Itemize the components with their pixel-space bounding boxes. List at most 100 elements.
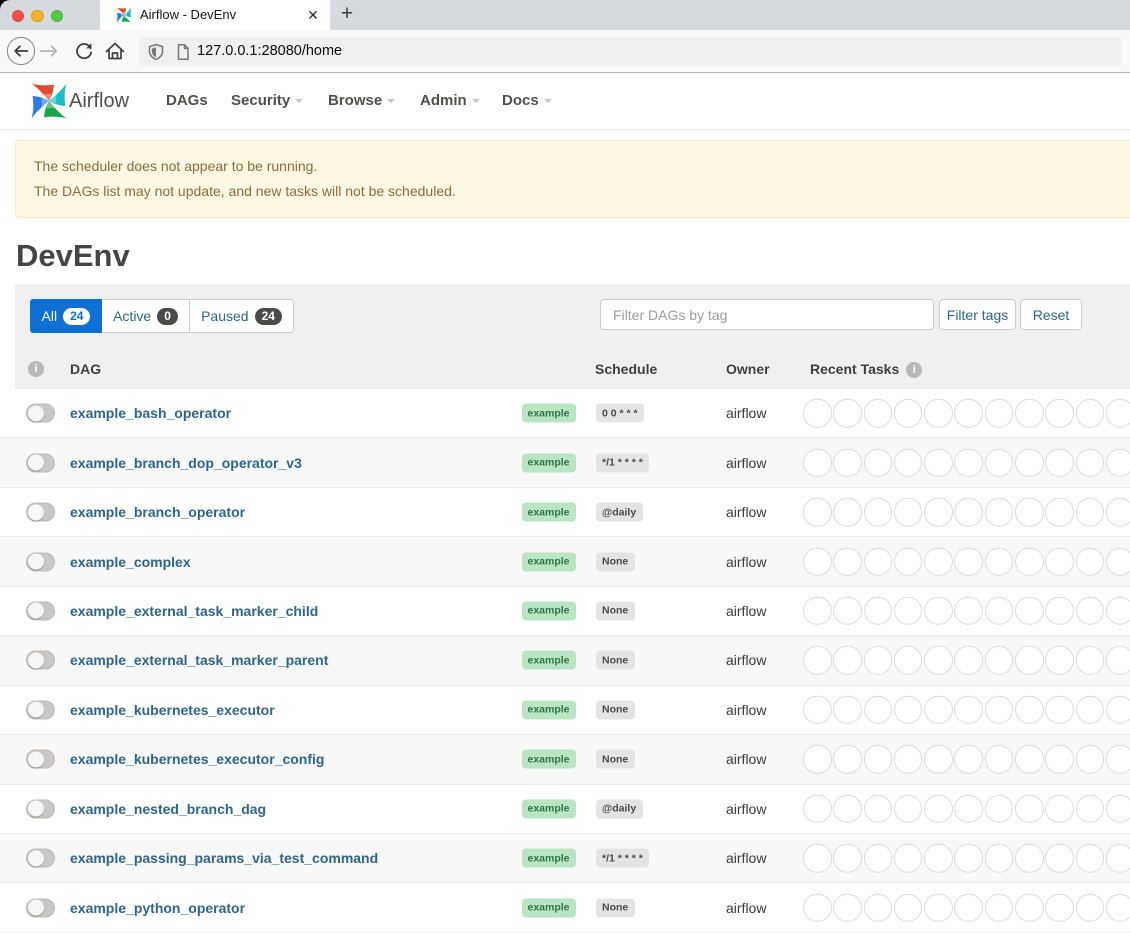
dag-pause-toggle[interactable]	[26, 750, 55, 769]
dag-name-link[interactable]: example_branch_operator	[70, 504, 245, 520]
recent-task-circle	[954, 745, 983, 774]
dag-tag-badge[interactable]: example	[522, 799, 576, 818]
recent-task-circle	[1076, 547, 1105, 576]
recent-task-circle	[954, 547, 983, 576]
filter-tab-all[interactable]: All 24	[30, 299, 102, 333]
window-minimize-button[interactable]	[31, 10, 44, 23]
dag-tag-badge[interactable]: example	[522, 404, 576, 423]
url-bar[interactable]: 127.0.0.1:28080/home	[139, 37, 1122, 66]
tracking-protection-shield-icon[interactable]	[147, 43, 165, 61]
dag-pause-toggle[interactable]	[26, 601, 55, 620]
all-count-badge: 24	[63, 308, 90, 325]
nav-item-browse[interactable]: Browse	[328, 73, 395, 129]
new-tab-button[interactable]: +	[334, 0, 360, 30]
recent-task-circle	[924, 498, 953, 527]
recent-task-circle	[1045, 547, 1074, 576]
recent-task-circle	[864, 794, 893, 823]
dag-pause-toggle[interactable]	[26, 404, 55, 423]
recent-task-circle	[924, 399, 953, 428]
browser-tab-bar: Airflow - DevEnv ✕ +	[0, 0, 1130, 30]
dag-pause-toggle[interactable]	[26, 799, 55, 818]
dag-tag-badge[interactable]: example	[522, 750, 576, 769]
dag-tag-badge[interactable]: example	[522, 552, 576, 571]
recent-task-circle	[894, 844, 923, 873]
dag-name-link[interactable]: example_kubernetes_executor_config	[70, 751, 324, 767]
dag-tag-badge[interactable]: example	[522, 849, 576, 868]
recent-task-circle	[833, 794, 862, 823]
recent-task-circle	[1076, 696, 1105, 725]
dag-name-link[interactable]: example_external_task_marker_child	[70, 603, 318, 619]
dag-tag-badge[interactable]: example	[522, 453, 576, 472]
recent-task-circle	[954, 794, 983, 823]
reload-button-icon[interactable]	[73, 40, 95, 62]
dag-tag-badge[interactable]: example	[522, 651, 576, 670]
nav-item-dags[interactable]: DAGs	[166, 73, 208, 129]
recent-task-circle	[1076, 844, 1105, 873]
filter-tab-paused[interactable]: Paused 24	[190, 300, 293, 332]
dag-name-link[interactable]: example_nested_branch_dag	[70, 801, 266, 817]
dag-row: example_python_operator example None air…	[0, 883, 1130, 932]
reset-button[interactable]: Reset	[1020, 299, 1082, 330]
owner-cell: airflow	[726, 900, 766, 916]
dag-tag-badge[interactable]: example	[522, 503, 576, 522]
dag-name-link[interactable]: example_bash_operator	[70, 405, 231, 421]
dag-row: example_passing_params_via_test_command …	[0, 834, 1130, 883]
dag-pause-toggle[interactable]	[26, 503, 55, 522]
dag-pause-toggle[interactable]	[26, 552, 55, 571]
back-button-icon[interactable]	[6, 36, 36, 66]
browser-toolbar: 127.0.0.1:28080/home	[0, 30, 1130, 73]
nav-item-security[interactable]: Security	[231, 73, 303, 129]
recent-task-circle	[864, 844, 893, 873]
owner-cell: airflow	[726, 504, 766, 520]
recent-task-circle	[864, 745, 893, 774]
filter-tags-button[interactable]: Filter tags	[939, 299, 1016, 330]
filter-dags-search-input[interactable]	[600, 299, 934, 330]
dag-name-link[interactable]: example_kubernetes_executor	[70, 702, 275, 718]
filter-panel: All 24 Active 0 Paused 24 Filter tags Re…	[15, 284, 1130, 389]
dag-pause-toggle[interactable]	[26, 453, 55, 472]
schedule-badge: @daily	[596, 503, 643, 522]
browser-tab[interactable]: Airflow - DevEnv ✕	[100, 0, 330, 30]
dag-name-link[interactable]: example_passing_params_via_test_command	[70, 850, 378, 866]
recent-task-circle	[894, 448, 923, 477]
dag-pause-toggle[interactable]	[26, 700, 55, 719]
dag-pause-toggle[interactable]	[26, 898, 55, 917]
url-text[interactable]: 127.0.0.1:28080/home	[197, 37, 342, 66]
dag-name-link[interactable]: example_complex	[70, 554, 191, 570]
nav-item-docs[interactable]: Docs	[502, 73, 552, 129]
recent-tasks-circles	[803, 696, 1130, 725]
dag-pause-toggle[interactable]	[26, 651, 55, 670]
dag-tag-badge[interactable]: example	[522, 898, 576, 917]
recent-task-circle	[1015, 893, 1044, 922]
dag-column-info-icon[interactable]: i	[28, 361, 44, 377]
recent-task-circle	[1015, 597, 1044, 626]
recent-tasks-info-icon[interactable]: i	[906, 362, 922, 378]
home-button-icon[interactable]	[103, 39, 127, 63]
dag-name-link[interactable]: example_branch_dop_operator_v3	[70, 455, 302, 471]
dag-name-link[interactable]: example_python_operator	[70, 900, 245, 916]
recent-task-circle	[894, 794, 923, 823]
recent-task-circle	[954, 399, 983, 428]
recent-task-circle	[803, 597, 832, 626]
page-info-icon[interactable]	[174, 43, 192, 61]
recent-task-circle	[833, 696, 862, 725]
airflow-logo-icon[interactable]	[30, 82, 68, 120]
tab-close-icon[interactable]: ✕	[302, 0, 324, 30]
scheduler-warning-alert: The scheduler does not appear to be runn…	[15, 140, 1130, 218]
forward-button-icon[interactable]	[38, 40, 60, 62]
recent-task-circle	[803, 794, 832, 823]
airflow-brand[interactable]: Airflow	[69, 73, 129, 129]
recent-task-circle	[1015, 399, 1044, 428]
nav-item-admin[interactable]: Admin	[420, 73, 480, 129]
window-close-button[interactable]	[12, 10, 25, 23]
window-zoom-button[interactable]	[51, 10, 64, 23]
recent-task-circle	[1045, 844, 1074, 873]
dag-name-link[interactable]: example_external_task_marker_parent	[70, 652, 328, 668]
recent-tasks-circles	[803, 794, 1130, 823]
dag-pause-toggle[interactable]	[26, 849, 55, 868]
active-count-badge: 0	[157, 308, 178, 325]
dag-tag-badge[interactable]: example	[522, 700, 576, 719]
filter-tab-active[interactable]: Active 0	[102, 300, 190, 332]
recent-task-circle	[1045, 399, 1074, 428]
dag-tag-badge[interactable]: example	[522, 601, 576, 620]
